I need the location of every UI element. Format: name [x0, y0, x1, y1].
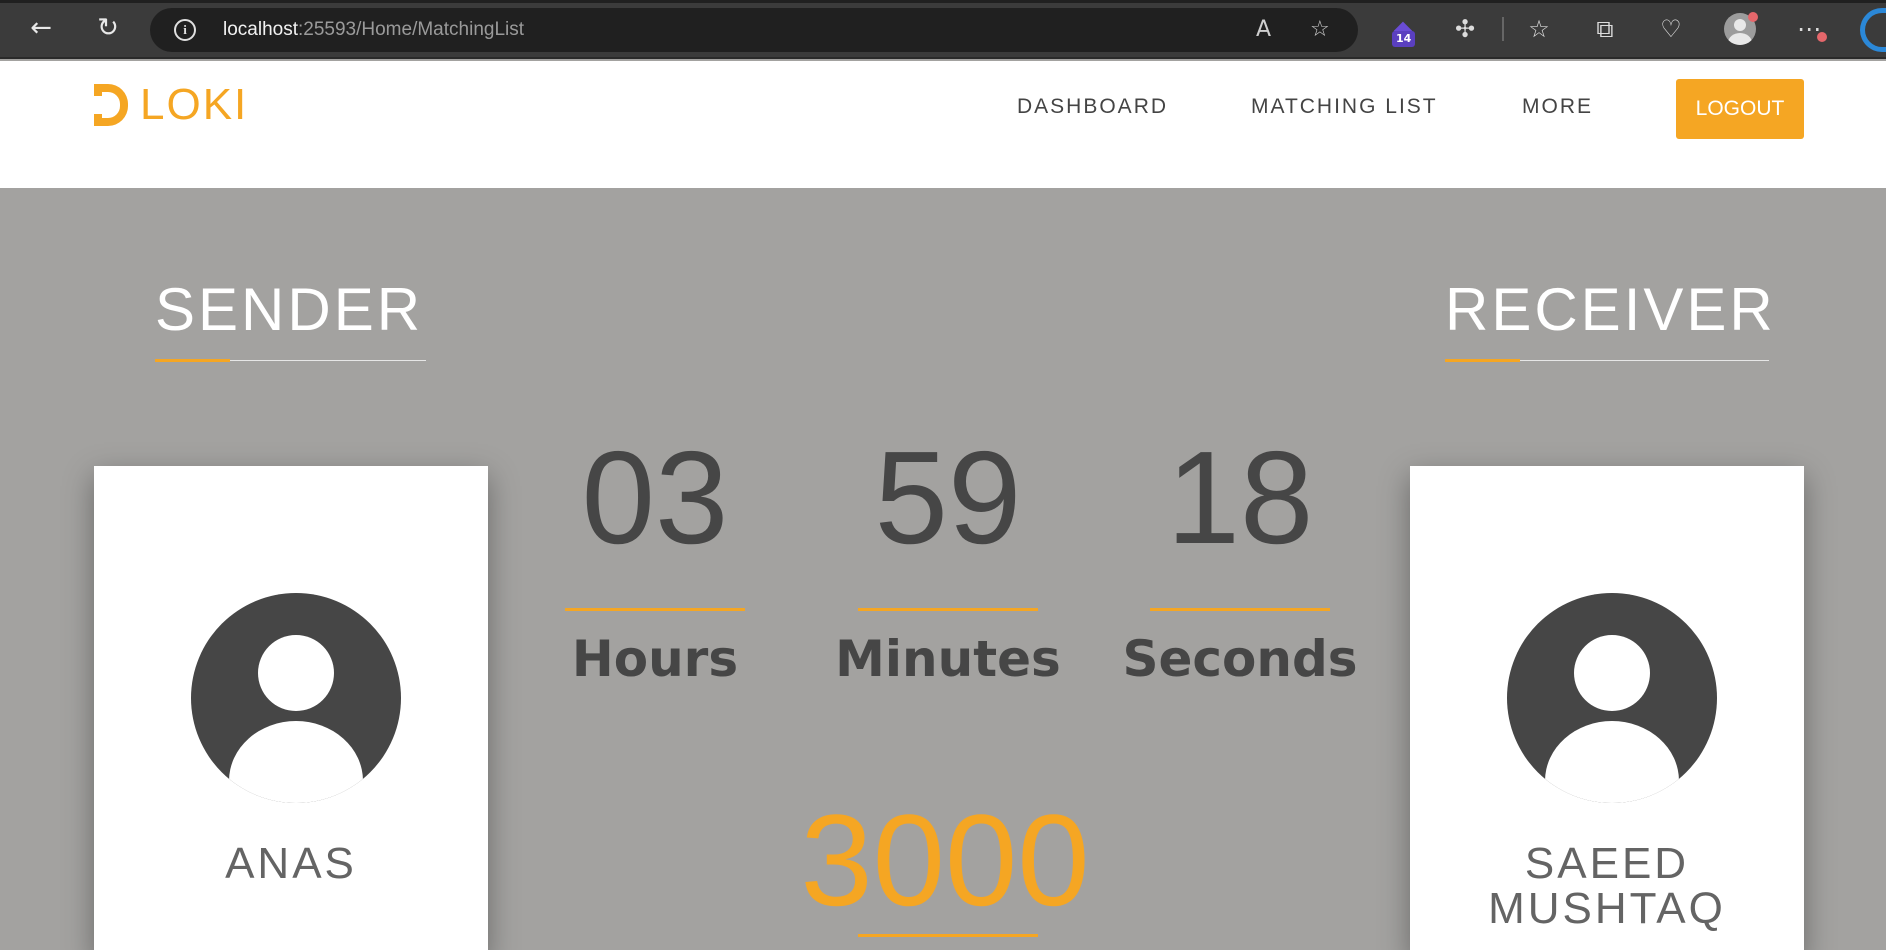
receiver-name-line2: MUSHTAQ [1488, 884, 1726, 933]
extension-badge: 14 [1392, 31, 1416, 47]
toolbar-separator [1502, 17, 1504, 41]
receiver-avatar-icon [1507, 593, 1717, 803]
site-logo[interactable]: LOKI [94, 80, 249, 129]
browser-toolbar: ← ↻ i localhost:25593/Home/MatchingList … [0, 0, 1886, 59]
amount-underline [858, 934, 1038, 937]
hours-underline [565, 608, 745, 611]
nav-matching-list[interactable]: MATCHING LIST [1251, 95, 1438, 119]
sender-name: ANAS [225, 839, 357, 888]
collections-icon[interactable]: ⧉ [1588, 12, 1622, 46]
site-info-icon[interactable]: i [174, 19, 196, 41]
profile-notification-dot [1748, 12, 1758, 22]
logo-text: LOKI [140, 80, 249, 129]
nav-dashboard[interactable]: DASHBOARD [1017, 95, 1168, 119]
seconds-label: Seconds [1122, 630, 1358, 688]
receiver-name-line1: SAEED [1524, 839, 1690, 888]
minutes-label: Minutes [835, 630, 1061, 688]
extensions-puzzle-icon[interactable]: ✣ [1448, 12, 1482, 46]
profile-avatar-body [1728, 33, 1752, 45]
browser-essentials-icon[interactable]: ♡ [1654, 12, 1688, 46]
add-favorite-icon[interactable]: ☆ [1310, 18, 1330, 42]
sender-avatar-icon [191, 593, 401, 803]
logout-button[interactable]: LOGOUT [1676, 79, 1804, 139]
hours-label: Hours [571, 630, 739, 688]
update-notification-dot [1817, 32, 1827, 42]
url-path: :25593/Home/MatchingList [298, 19, 525, 40]
countdown-seconds: 18 [1166, 424, 1314, 571]
refresh-icon[interactable]: ↻ [93, 13, 123, 43]
address-bar[interactable]: i localhost:25593/Home/MatchingList A ☆ [150, 8, 1358, 52]
receiver-title: RECEIVER [1445, 276, 1776, 343]
copilot-icon[interactable] [1860, 8, 1886, 52]
countdown-hours: 03 [581, 424, 729, 571]
address-url[interactable]: localhost:25593/Home/MatchingList [223, 18, 524, 42]
site-header: LOKI DASHBOARD MATCHING LIST MORE LOGOUT [0, 61, 1886, 188]
favorites-icon[interactable]: ☆ [1522, 12, 1556, 46]
sender-title-accent [155, 359, 230, 362]
countdown-minutes: 59 [874, 424, 1022, 571]
sender-card: ANAS [94, 466, 488, 950]
transfer-amount: 3000 [800, 787, 1090, 933]
receiver-title-accent [1445, 359, 1520, 362]
browser-top-edge [0, 0, 1886, 3]
minutes-underline [858, 608, 1038, 611]
seconds-underline [1150, 608, 1330, 611]
nav-more[interactable]: MORE [1522, 95, 1593, 119]
sender-title: SENDER [155, 276, 424, 343]
url-host: localhost [223, 19, 298, 40]
receiver-card: SAEED MUSHTAQ [1410, 466, 1804, 950]
read-aloud-icon[interactable]: A [1256, 18, 1271, 42]
profile-avatar-head [1734, 19, 1746, 31]
back-icon[interactable]: ← [26, 13, 56, 43]
logo-mark-icon [94, 84, 128, 126]
